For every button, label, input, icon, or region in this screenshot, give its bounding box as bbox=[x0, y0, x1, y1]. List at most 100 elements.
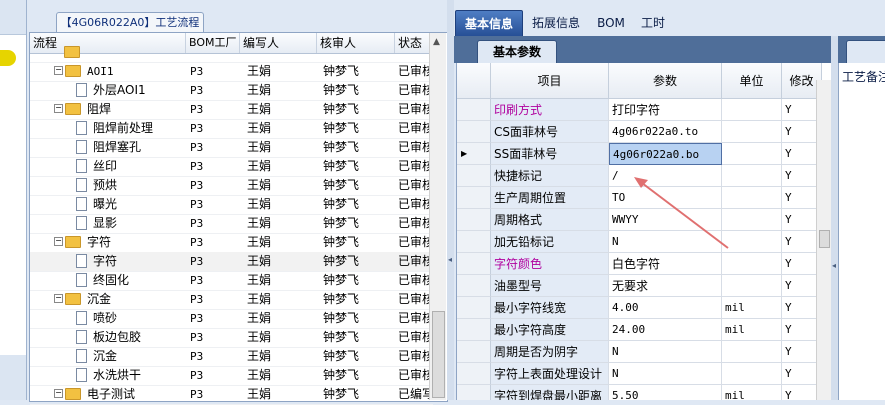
collapse-icon[interactable]: − bbox=[54, 389, 63, 398]
param-row[interactable]: 字符颜色 白色字符 Y bbox=[457, 253, 822, 275]
param-value-cell[interactable]: 无要求 bbox=[609, 275, 722, 297]
tree-row[interactable]: 喷砂 P3 王娟 钟梦飞 已审核 bbox=[30, 309, 434, 329]
row-header[interactable] bbox=[457, 385, 491, 400]
row-header[interactable] bbox=[457, 275, 491, 297]
panel-splitter-right[interactable]: ◂ bbox=[831, 36, 838, 400]
collapse-left-icon[interactable]: ◂ bbox=[448, 255, 452, 264]
param-value-cell[interactable]: 4g06r022a0.to bbox=[609, 121, 722, 143]
tree-row[interactable]: − 字符 P3 王娟 钟梦飞 已审核 bbox=[30, 233, 434, 253]
param-value-cell[interactable]: 白色字符 bbox=[609, 253, 722, 275]
tree-node-name-cell[interactable]: 板边包胶 bbox=[76, 328, 186, 347]
row-header[interactable] bbox=[457, 99, 491, 121]
param-row[interactable]: 字符上表面处理设计 N Y bbox=[457, 363, 822, 385]
param-value-cell[interactable]: WWYY bbox=[609, 209, 722, 231]
tree-row[interactable]: 阻焊塞孔 P3 王娟 钟梦飞 已审核 bbox=[30, 138, 434, 158]
tree-row[interactable]: 终固化 P3 王娟 钟梦飞 已审核 bbox=[30, 271, 434, 291]
param-value-cell[interactable]: N bbox=[609, 231, 722, 253]
tree-node-name-cell[interactable]: 预烘 bbox=[76, 176, 186, 195]
param-row[interactable]: 周期是否为阴字 N Y bbox=[457, 341, 822, 363]
tree-scrollbar[interactable]: ▲ bbox=[429, 33, 446, 400]
tree-node-name-cell[interactable]: 沉金 bbox=[76, 347, 186, 366]
param-row[interactable]: 快捷标记 / Y bbox=[457, 165, 822, 187]
param-row[interactable]: 最小字符高度 24.00 mil Y bbox=[457, 319, 822, 341]
tree-node-name-cell[interactable] bbox=[54, 43, 186, 62]
row-header[interactable] bbox=[457, 165, 491, 187]
param-row[interactable]: 印刷方式 打印字符 Y bbox=[457, 99, 822, 121]
tree-node-name-cell[interactable]: 曝光 bbox=[76, 195, 186, 214]
tree-row[interactable]: 显影 P3 王娟 钟梦飞 已审核 bbox=[30, 214, 434, 234]
param-value-cell[interactable]: 打印字符 bbox=[609, 99, 722, 121]
tree-row[interactable]: 预烘 P3 王娟 钟梦飞 已审核 bbox=[30, 176, 434, 196]
param-value-cell[interactable]: / bbox=[609, 165, 722, 187]
collapse-icon[interactable]: − bbox=[54, 104, 63, 113]
param-row[interactable]: 油墨型号 无要求 Y bbox=[457, 275, 822, 297]
tab-extended-info[interactable]: 拓展信息 bbox=[524, 10, 588, 36]
param-row[interactable]: 字符到焊盘最小距离 5.50 mil Y bbox=[457, 385, 822, 400]
tree-row[interactable]: 沉金 P3 王娟 钟梦飞 已审核 bbox=[30, 347, 434, 367]
param-row[interactable]: ▶ SS面菲林号 4g06r022a0.bo Y bbox=[457, 143, 822, 165]
scroll-thumb[interactable] bbox=[432, 311, 445, 398]
row-header[interactable] bbox=[457, 253, 491, 275]
collapse-right-icon[interactable]: ◂ bbox=[832, 261, 836, 270]
param-row[interactable]: 最小字符线宽 4.00 mil Y bbox=[457, 297, 822, 319]
param-value-cell[interactable]: N bbox=[609, 363, 722, 385]
tree-row[interactable]: − 沉金 P3 王娟 钟梦飞 已审核 bbox=[30, 290, 434, 310]
param-value-cell[interactable]: 24.00 bbox=[609, 319, 722, 341]
collapse-icon[interactable]: − bbox=[54, 66, 63, 75]
tree-node-name-cell[interactable]: 水洗烘干 bbox=[76, 366, 186, 385]
param-row[interactable]: CS面菲林号 4g06r022a0.to Y bbox=[457, 121, 822, 143]
tree-node-name-cell[interactable]: 阻焊前处理 bbox=[76, 119, 186, 138]
tree-node-name-cell[interactable]: 外层AOI1 bbox=[76, 81, 186, 100]
row-header[interactable] bbox=[457, 121, 491, 143]
remarks-tab[interactable] bbox=[846, 40, 885, 63]
row-header[interactable] bbox=[457, 209, 491, 231]
tree-node-name-cell[interactable]: 丝印 bbox=[76, 157, 186, 176]
tree-node-name-cell[interactable]: 终固化 bbox=[76, 271, 186, 290]
tree-row[interactable]: − AOI1 P3 王娟 钟梦飞 已审核 bbox=[30, 62, 434, 82]
panel-splitter[interactable]: ◂ bbox=[447, 0, 454, 400]
tree-row[interactable]: 丝印 P3 王娟 钟梦飞 已审核 bbox=[30, 157, 434, 177]
tree-row[interactable]: − 阻焊 P3 王娟 钟梦飞 已审核 bbox=[30, 100, 434, 120]
row-header[interactable] bbox=[457, 297, 491, 319]
grid-header-unit[interactable]: 单位 bbox=[722, 63, 782, 99]
grid-scroll-thumb[interactable] bbox=[819, 230, 830, 248]
row-header[interactable] bbox=[457, 231, 491, 253]
tree-row[interactable]: 阻焊前处理 P3 王娟 钟梦飞 已审核 bbox=[30, 119, 434, 139]
tab-work-hours[interactable]: 工时 bbox=[634, 10, 672, 36]
tree-node-name-cell[interactable]: 显影 bbox=[76, 214, 186, 233]
param-row[interactable]: 加无铅标记 N Y bbox=[457, 231, 822, 253]
tab-basic-params[interactable]: 基本参数 bbox=[477, 40, 557, 63]
tree-row[interactable]: 字符 P3 王娟 钟梦飞 已审核 bbox=[30, 252, 434, 272]
tab-basic-info[interactable]: 基本信息 bbox=[455, 10, 523, 38]
tree-node-name-cell[interactable]: − 电子测试 bbox=[54, 385, 186, 404]
row-header[interactable] bbox=[457, 341, 491, 363]
scroll-up-icon[interactable]: ▲ bbox=[433, 37, 440, 47]
row-header[interactable] bbox=[457, 319, 491, 341]
tree-row[interactable]: 板边包胶 P3 王娟 钟梦飞 已审核 bbox=[30, 328, 434, 348]
grid-header-item[interactable]: 项目 bbox=[491, 63, 609, 99]
tree-node-name-cell[interactable]: − 字符 bbox=[54, 233, 186, 252]
param-value-cell[interactable]: 4g06r022a0.bo bbox=[609, 143, 722, 165]
row-header[interactable] bbox=[457, 187, 491, 209]
param-row[interactable]: 周期格式 WWYY Y bbox=[457, 209, 822, 231]
tree-node-name-cell[interactable]: − AOI1 bbox=[54, 62, 186, 81]
tree-row[interactable]: − 电子测试 P3 王娟 钟梦飞 已编写 bbox=[30, 385, 434, 405]
panel-title-tab[interactable]: 【4G06R022A0】工艺流程 bbox=[56, 12, 204, 32]
tab-bom[interactable]: BOM bbox=[592, 10, 630, 36]
param-value-cell[interactable]: 4.00 bbox=[609, 297, 722, 319]
tree-row[interactable]: 外层AOI1 P3 王娟 钟梦飞 已审核 bbox=[30, 81, 434, 101]
tree-node-name-cell[interactable]: − 阻焊 bbox=[54, 100, 186, 119]
param-value-cell[interactable]: N bbox=[609, 341, 722, 363]
tree-node-name-cell[interactable]: 喷砂 bbox=[76, 309, 186, 328]
param-value-cell[interactable]: TO bbox=[609, 187, 722, 209]
param-row[interactable]: 生产周期位置 TO Y bbox=[457, 187, 822, 209]
tree-node-name-cell[interactable]: − 沉金 bbox=[54, 290, 186, 309]
tree-node-name-cell[interactable]: 阻焊塞孔 bbox=[76, 138, 186, 157]
collapse-icon[interactable]: − bbox=[54, 237, 63, 246]
collapse-icon[interactable]: − bbox=[54, 294, 63, 303]
row-header[interactable]: ▶ bbox=[457, 143, 491, 165]
grid-scrollbar[interactable] bbox=[816, 80, 831, 400]
grid-header-param[interactable]: 参数 bbox=[609, 63, 722, 99]
tree-row[interactable]: 曝光 P3 王娟 钟梦飞 已审核 bbox=[30, 195, 434, 215]
tree-row[interactable] bbox=[30, 43, 433, 63]
